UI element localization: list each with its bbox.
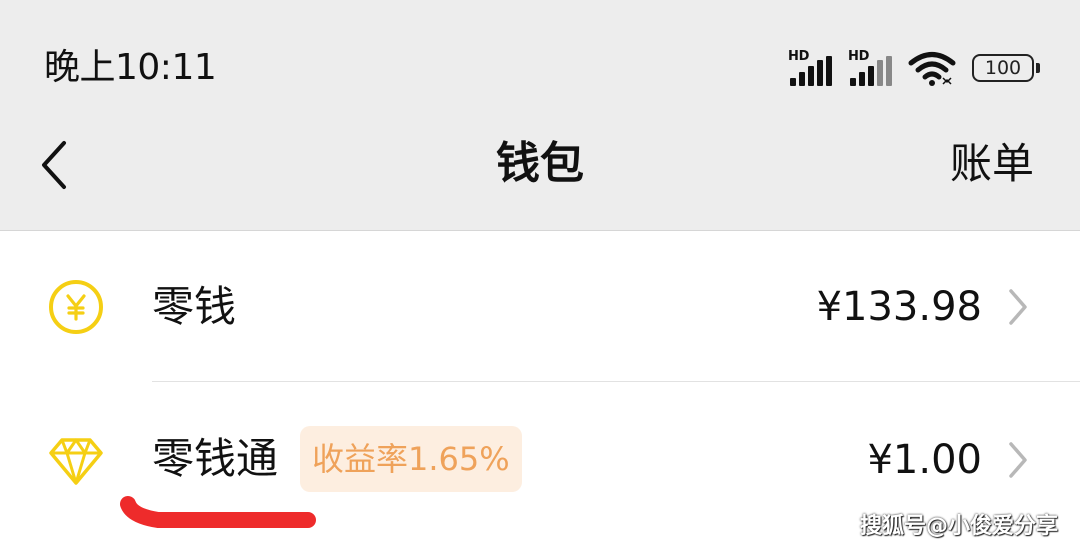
watermark-text: 搜狐号@小俊爱分享	[859, 514, 1058, 539]
chevron-right-icon	[1009, 289, 1027, 325]
status-time: 晚上10:11	[44, 47, 217, 88]
diamond-icon	[49, 438, 103, 485]
balance-value: ¥133.98	[816, 284, 982, 330]
battery-level: 100	[984, 57, 1022, 79]
red-underline-annotation	[120, 496, 316, 528]
bill-button[interactable]: 账单	[950, 134, 1034, 194]
list-item-change[interactable]: 零钱 ¥133.98	[0, 231, 1080, 381]
list-item-label: 零钱	[152, 282, 237, 331]
header-area	[0, 0, 1080, 230]
yield-rate-badge: 收益率1.65%	[300, 426, 522, 492]
battery-icon: 100	[972, 54, 1040, 82]
balance-value: ¥1.00	[867, 437, 982, 483]
cell-signal-icon: HD	[848, 50, 898, 86]
page-title: 钱包	[496, 138, 584, 189]
cell-signal-icon: HD	[788, 50, 838, 86]
row-divider	[152, 381, 1080, 382]
wifi-icon	[908, 52, 956, 86]
list-item-label: 零钱通	[152, 434, 279, 483]
yuan-coin-icon	[49, 280, 103, 334]
status-icons: HD HD 100	[788, 48, 1040, 88]
chevron-right-icon	[1009, 442, 1027, 478]
